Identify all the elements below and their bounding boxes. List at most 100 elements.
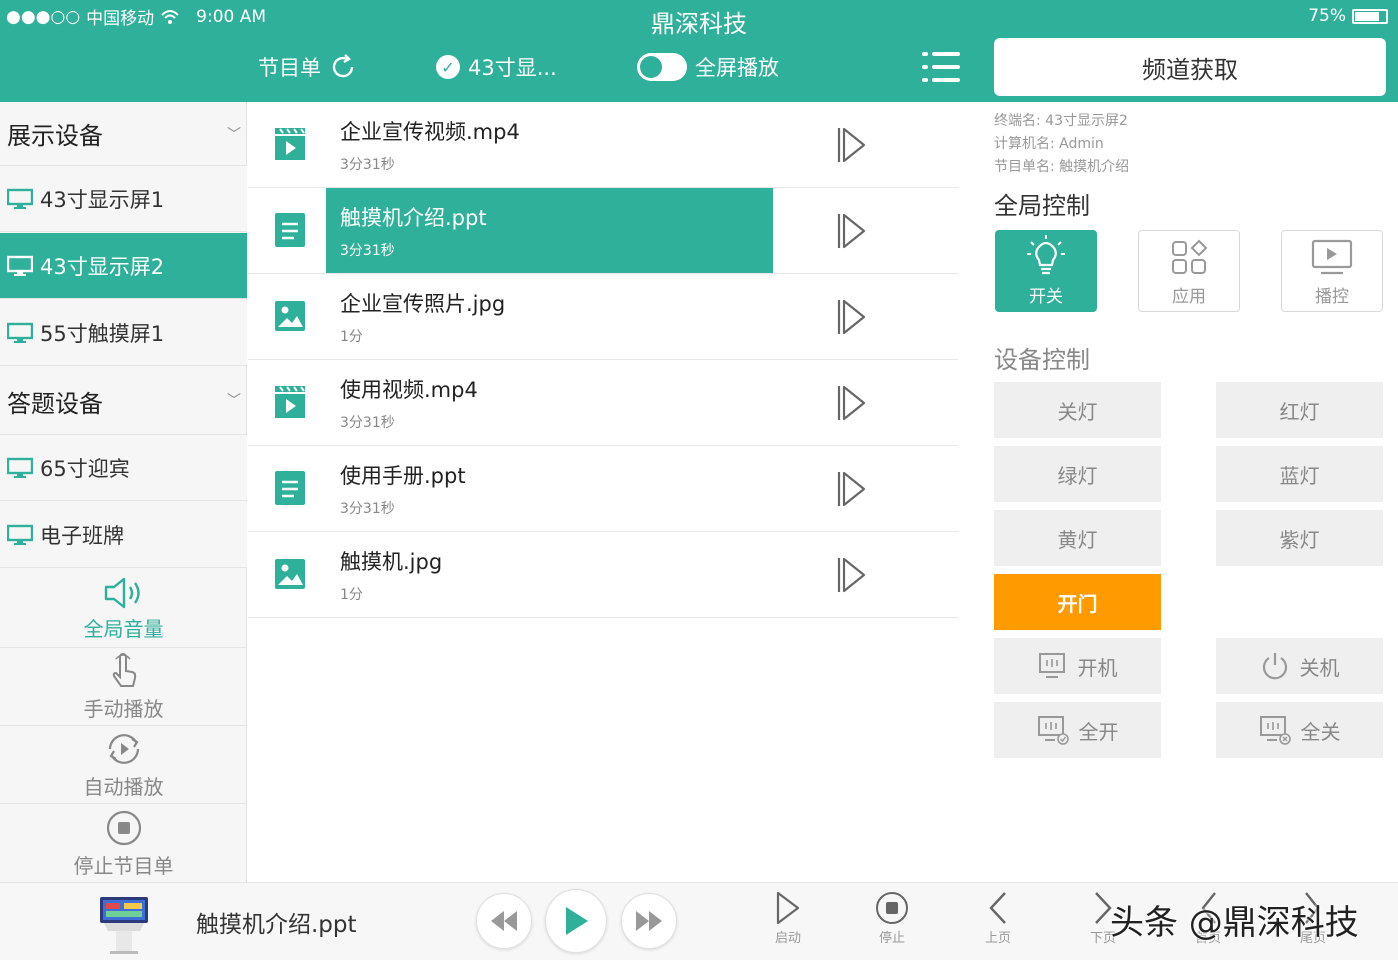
play-outline-icon[interactable] [836, 470, 866, 508]
toggle-switch[interactable] [637, 53, 687, 81]
power-on-button[interactable]: 开机 [994, 638, 1161, 694]
global-volume-button[interactable]: 全局音量 [0, 570, 247, 648]
refresh-icon [329, 53, 357, 81]
file-name: 企业宣传照片.jpg [340, 288, 505, 318]
file-row[interactable]: 触摸机.jpg 1分 [248, 532, 958, 618]
sidebar-item-display-3[interactable]: 55寸触摸屏1 [0, 300, 247, 366]
file-row[interactable]: 企业宣传视频.mp4 3分31秒 [248, 102, 958, 188]
global-button-label: 开关 [1029, 282, 1063, 307]
monitor-icon [7, 524, 33, 546]
chevron-down-icon: ﹀ [227, 390, 241, 410]
group-title: 答题设备 [7, 384, 103, 419]
play-monitor-icon [1311, 238, 1353, 278]
file-name: 触摸机介绍.ppt [340, 202, 487, 232]
list-menu-icon[interactable] [922, 50, 960, 84]
file-name: 使用视频.mp4 [340, 374, 478, 404]
stop-program-button[interactable]: 停止节目单 [0, 804, 247, 882]
status-bar-right: 75% [1308, 6, 1388, 26]
kiosk-thumbnail-icon [94, 895, 154, 955]
app-title: 鼎深科技 [0, 4, 1398, 39]
purple-light-button[interactable]: 紫灯 [1216, 510, 1383, 566]
lights-off-button[interactable]: 关灯 [994, 382, 1161, 438]
stop-button[interactable]: 停止 [862, 891, 922, 953]
sidebar-item-display-1[interactable]: 43寸显示屏1 [0, 166, 247, 232]
device-button-label: 开机 [1078, 652, 1118, 681]
tool-label: 自动播放 [84, 771, 164, 800]
file-row-selected[interactable]: 触摸机介绍.ppt 3分31秒 [248, 188, 958, 274]
apps-button[interactable]: 应用 [1138, 230, 1240, 312]
sidebar-item-label: 65寸迎宾 [40, 453, 130, 483]
all-off-button[interactable]: 全关 [1216, 702, 1383, 758]
image-file-icon [274, 298, 306, 334]
all-on-button[interactable]: 全开 [994, 702, 1161, 758]
auto-play-button[interactable]: 自动播放 [0, 726, 247, 804]
control-panel: 终端名: 43寸显示屏2 计算机名: Admin 节目单名: 触摸机介绍 全局控… [958, 102, 1398, 882]
monitor-icon [7, 255, 33, 277]
open-door-button[interactable]: 开门 [994, 574, 1161, 630]
image-file-icon [274, 556, 306, 592]
sidebar-item-label: 43寸显示屏1 [40, 184, 164, 214]
red-light-button[interactable]: 红灯 [1216, 382, 1383, 438]
rewind-button[interactable] [476, 893, 532, 949]
sidebar-item-label: 43寸显示屏2 [40, 251, 164, 281]
manual-play-button[interactable]: 手动播放 [0, 648, 247, 726]
monitor-power-icon [1038, 651, 1068, 681]
program-list-button[interactable]: 节目单 [258, 50, 357, 84]
tool-label: 停止节目单 [74, 850, 174, 879]
play-icon [562, 905, 590, 937]
power-switch-button[interactable]: 开关 [995, 230, 1097, 312]
device-button-label: 关机 [1300, 652, 1340, 681]
device-sidebar: 展示设备 ﹀ 43寸显示屏1 43寸显示屏2 55寸触摸屏1 答题设备 ﹀ 65… [0, 102, 247, 882]
fullscreen-toggle[interactable]: 全屏播放 [637, 50, 779, 84]
now-playing-title: 触摸机介绍.ppt [196, 905, 357, 939]
yellow-light-button[interactable]: 黄灯 [994, 510, 1161, 566]
apps-grid-icon [1169, 238, 1209, 278]
sidebar-item-display-2[interactable]: 43寸显示屏2 [0, 233, 247, 299]
play-outline-icon[interactable] [836, 126, 866, 164]
device-control-title: 设备控制 [994, 340, 1090, 375]
sidebar-item-answer-1[interactable]: 65寸迎宾 [0, 435, 247, 501]
play-outline-icon[interactable] [836, 556, 866, 594]
device-selector[interactable]: ✓ 43寸显... [436, 50, 557, 84]
start-button[interactable]: 启动 [758, 891, 818, 953]
file-row[interactable]: 使用手册.ppt 3分31秒 [248, 446, 958, 532]
channel-fetch-button[interactable]: 频道获取 [994, 38, 1386, 96]
play-outline-icon[interactable] [836, 384, 866, 422]
global-button-label: 应用 [1172, 282, 1206, 307]
sidebar-item-answer-2[interactable]: 电子班牌 [0, 502, 247, 568]
lightbulb-icon [1026, 234, 1066, 278]
rewind-icon [489, 909, 519, 933]
file-row[interactable]: 企业宣传照片.jpg 1分 [248, 274, 958, 360]
answer-devices-group[interactable]: 答题设备 ﹀ [0, 368, 247, 435]
check-circle-icon: ✓ [436, 55, 460, 79]
terminal-name-info: 终端名: 43寸显示屏2 [994, 110, 1128, 130]
computer-name-info: 计算机名: Admin [994, 133, 1104, 153]
display-devices-group[interactable]: 展示设备 ﹀ [0, 102, 247, 166]
program-list-label: 节目单 [258, 52, 321, 82]
fast-forward-button[interactable] [621, 893, 677, 949]
watermark-text: 头条 @鼎深科技 [1110, 895, 1359, 944]
hand-pointer-icon [104, 651, 144, 691]
power-off-button[interactable]: 关机 [1216, 638, 1383, 694]
battery-icon [1352, 9, 1388, 24]
power-icon [1260, 651, 1290, 681]
monitor-icon [7, 457, 33, 479]
play-outline-icon[interactable] [836, 212, 866, 250]
video-file-icon [274, 126, 306, 162]
sidebar-item-label: 55寸触摸屏1 [40, 318, 164, 348]
file-row[interactable]: 使用视频.mp4 3分31秒 [248, 360, 958, 446]
monitor-icon [7, 188, 33, 210]
file-name: 使用手册.ppt [340, 460, 466, 490]
play-control-button[interactable]: 播控 [1281, 230, 1383, 312]
file-duration: 1分 [340, 326, 363, 346]
blue-light-button[interactable]: 蓝灯 [1216, 446, 1383, 502]
play-outline-icon[interactable] [836, 298, 866, 336]
global-control-title: 全局控制 [994, 186, 1090, 221]
group-title: 展示设备 [7, 116, 103, 151]
battery-fill [1355, 12, 1379, 21]
battery-percent: 75% [1308, 6, 1346, 26]
green-light-button[interactable]: 绿灯 [994, 446, 1161, 502]
play-button[interactable] [545, 889, 607, 953]
previous-page-button[interactable]: 上页 [968, 891, 1028, 953]
fast-forward-icon [634, 909, 664, 933]
